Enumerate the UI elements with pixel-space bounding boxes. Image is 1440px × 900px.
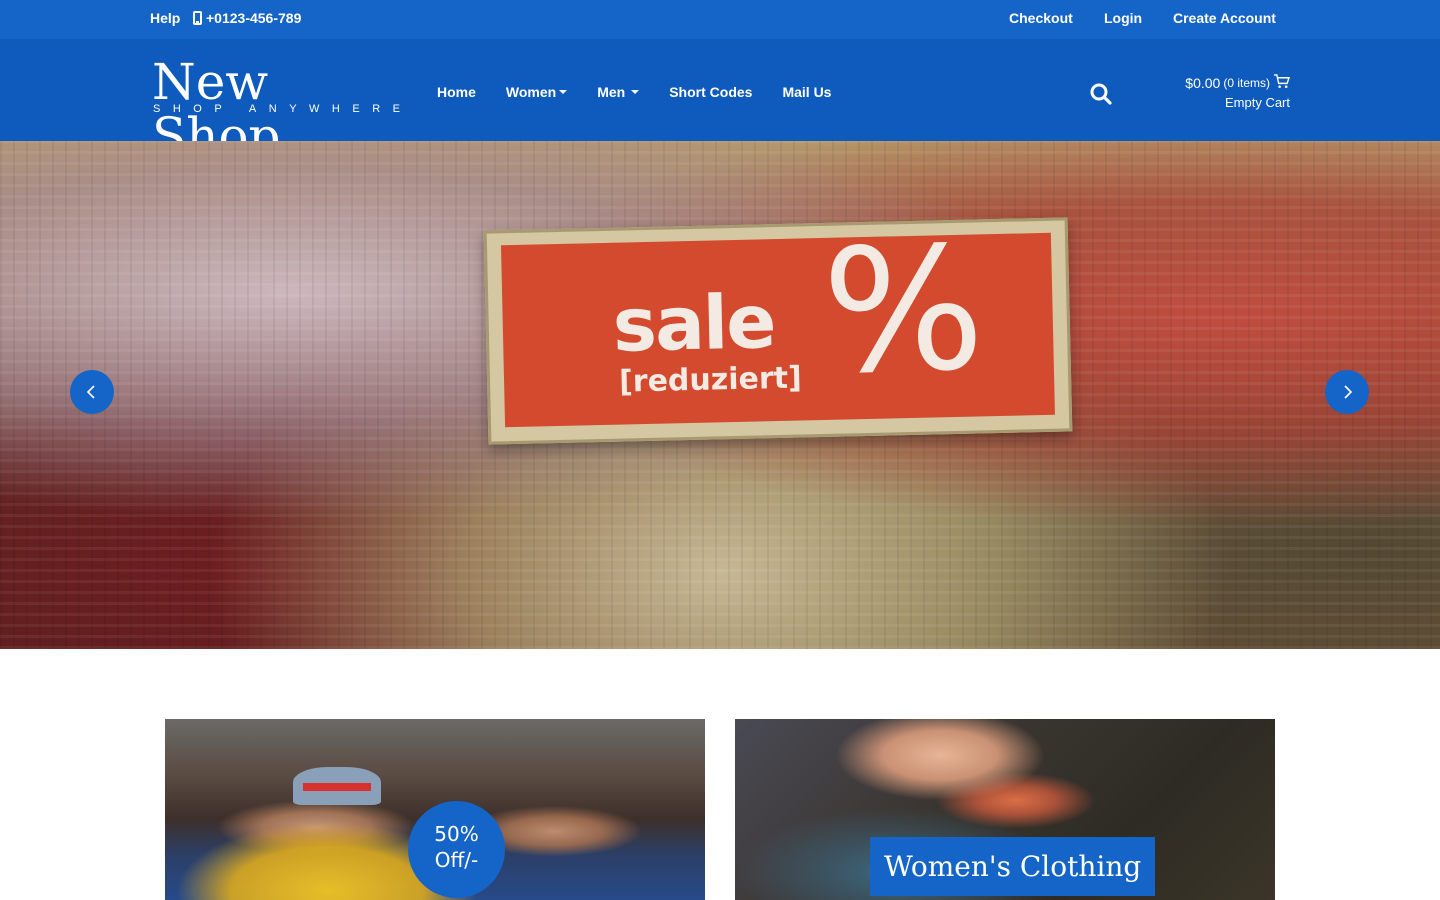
womens-clothing-label[interactable]: Women's Clothing xyxy=(870,837,1156,896)
help-link[interactable]: Help xyxy=(150,10,180,26)
phone-icon xyxy=(193,11,202,25)
login-link[interactable]: Login xyxy=(1104,10,1142,26)
nav-item-men[interactable]: Men xyxy=(597,84,640,100)
nav-item-label: Men xyxy=(597,84,626,100)
nav-item-label: Home xyxy=(437,84,476,100)
logo-tagline: SHOP ANYWHERE xyxy=(153,103,413,115)
nav-item-short-codes[interactable]: Short Codes xyxy=(669,84,752,100)
sale-sign: sale [reduziert] % xyxy=(483,210,1073,445)
caret-down-icon xyxy=(631,90,640,94)
promo-card-men[interactable]: 50% Off/- xyxy=(165,719,705,900)
nav-item-label: Short Codes xyxy=(669,84,753,100)
discount-badge[interactable]: 50% Off/- xyxy=(408,801,505,898)
promo-image xyxy=(293,767,381,805)
percent-symbol: % xyxy=(820,210,987,412)
mini-cart[interactable]: $0.00 (0 items) Empty Cart xyxy=(1185,74,1290,110)
promo-card-women[interactable]: Women's Clothing xyxy=(735,719,1275,900)
slider-next-button[interactable] xyxy=(1325,370,1369,414)
phone-text: +0123-456-789 xyxy=(206,10,302,26)
nav-item-label: Women xyxy=(505,84,557,100)
slider-prev-button[interactable] xyxy=(70,370,114,414)
nav-item-label: Mail Us xyxy=(782,84,832,100)
nav-item-home[interactable]: Home xyxy=(437,84,476,100)
cart-summary: $0.00 (0 items) xyxy=(1185,74,1290,92)
checkout-link[interactable]: Checkout xyxy=(1009,10,1073,26)
hero-slider: sale [reduziert] % xyxy=(0,141,1440,649)
phone-number: +0123-456-789 xyxy=(193,10,301,26)
sale-sign-panel: sale [reduziert] % xyxy=(500,210,1055,428)
nav-item-mail-us[interactable]: Mail Us xyxy=(782,84,831,100)
cart-icon xyxy=(1273,74,1290,92)
cart-amount: $0.00 xyxy=(1185,75,1221,91)
nav-item-women[interactable]: Women xyxy=(505,84,568,100)
cart-items-count: (0 items) xyxy=(1223,76,1270,90)
caret-down-icon xyxy=(559,90,568,94)
main-header: New Shop SHOP ANYWHERE Home Women Men Sh… xyxy=(0,39,1440,163)
site-logo[interactable]: New Shop SHOP ANYWHERE xyxy=(152,55,400,163)
main-nav: Home Women Men Short Codes Mail Us xyxy=(437,84,861,100)
sale-sign-subtitle: [reduziert] xyxy=(618,360,803,400)
cart-status: Empty Cart xyxy=(1224,95,1290,110)
search-icon[interactable] xyxy=(1089,82,1113,106)
top-bar: Help +0123-456-789 Checkout Login Create… xyxy=(0,0,1440,39)
discount-badge-percent: 50% xyxy=(434,822,479,846)
sale-sign-word: sale xyxy=(611,279,776,369)
discount-badge-off: Off/- xyxy=(434,848,479,872)
chevron-right-icon xyxy=(1344,385,1353,399)
chevron-left-icon xyxy=(86,385,95,399)
create-account-link[interactable]: Create Account xyxy=(1173,10,1276,26)
